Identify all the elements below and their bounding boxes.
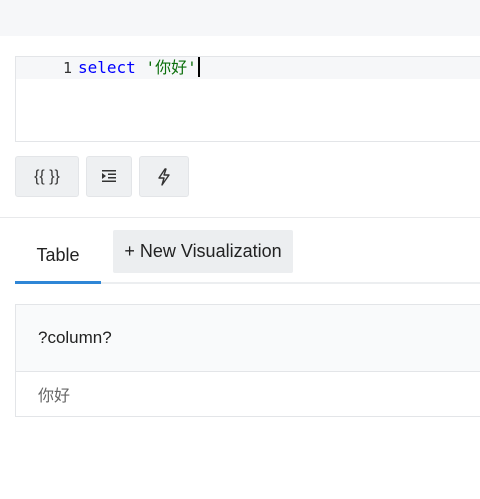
visualization-tabs: Table + New Visualization	[15, 229, 480, 284]
section-divider	[0, 217, 480, 218]
sql-keyword: select	[78, 58, 136, 77]
results-table: ?column? 你好	[15, 304, 480, 417]
lightning-icon	[157, 167, 171, 186]
add-parameter-button[interactable]: {{ }}	[15, 156, 79, 197]
indent-icon	[101, 169, 117, 185]
active-line: 1 select '你好'	[16, 57, 480, 79]
params-label: {{ }}	[34, 167, 60, 185]
top-bar	[0, 0, 480, 36]
tab-table[interactable]: Table	[15, 229, 101, 281]
table-header: ?column?	[16, 305, 480, 372]
table-row: 你好	[16, 372, 480, 416]
column-header[interactable]: ?column?	[38, 328, 112, 348]
new-visualization-label: + New Visualization	[124, 241, 282, 261]
text-cursor	[197, 57, 200, 77]
sql-string: '你好'	[145, 58, 197, 77]
tab-bar-border	[101, 282, 480, 284]
format-query-button[interactable]	[86, 156, 132, 197]
query-editor[interactable]: 1 select '你好'	[15, 56, 480, 142]
line-number: 1	[62, 59, 72, 77]
active-tab-indicator	[15, 281, 101, 284]
tab-table-label: Table	[36, 244, 80, 265]
new-visualization-button[interactable]: + New Visualization	[113, 230, 293, 273]
autocomplete-toggle-button[interactable]	[139, 156, 189, 197]
code-line[interactable]: select '你好'	[78, 57, 200, 79]
table-cell: 你好	[38, 388, 71, 405]
